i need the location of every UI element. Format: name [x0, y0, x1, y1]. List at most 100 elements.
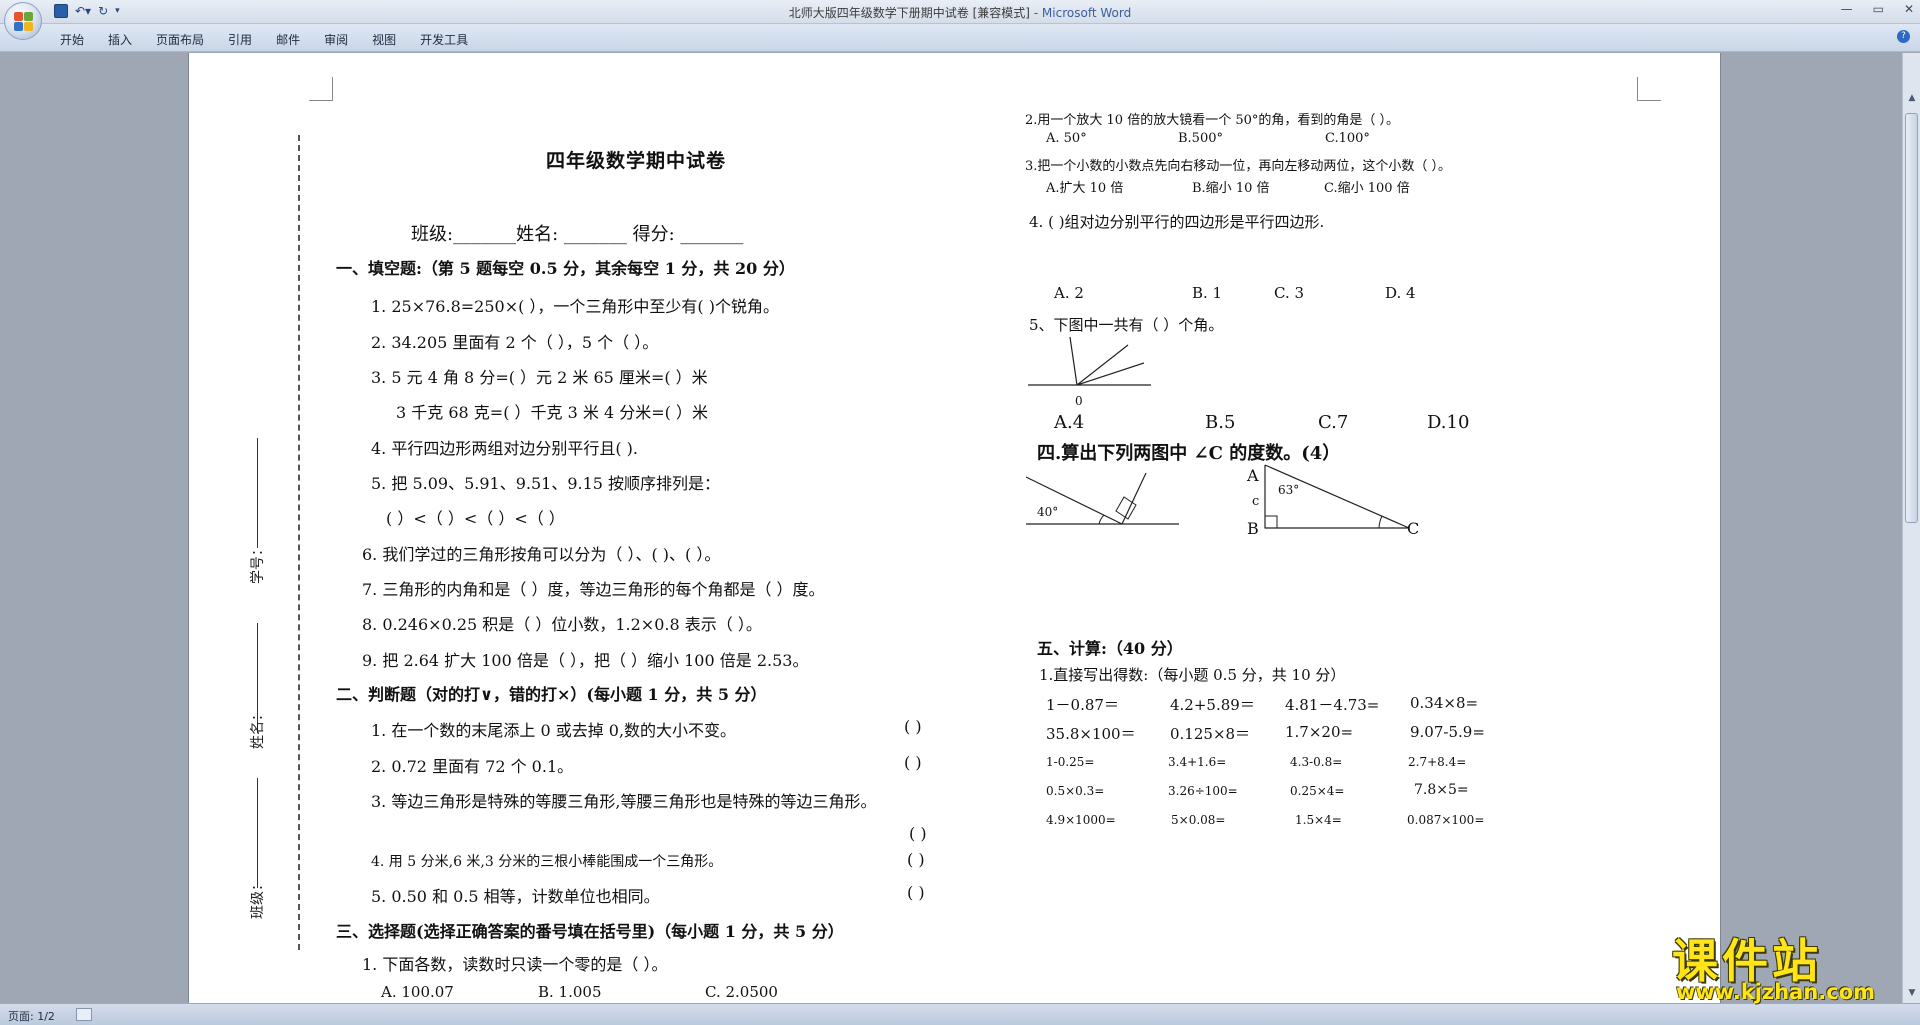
- student-no-label: 学号：: [250, 542, 266, 584]
- choice-q5: 5、下图中一共有（ ）个角。: [1029, 316, 1224, 334]
- fill-q7: 7. 三角形的内角和是（ ）度，等边三角形的每个角都是（ ）度。: [362, 580, 825, 599]
- choice-q1-c: C. 2.0500: [705, 983, 778, 1001]
- judge-q3: 3. 等边三角形是特殊的等腰三角形,等腰三角形也是特殊的等边三角形。: [371, 792, 877, 811]
- choice-q4-d: D. 4: [1385, 284, 1416, 302]
- angle-figure: [1028, 336, 1151, 386]
- tab-view[interactable]: 视图: [372, 31, 396, 48]
- judge-q2: 2. 0.72 里面有 72 个 0.1。: [371, 757, 574, 776]
- judge-q4: 4. 用 5 分米,6 米,3 分米的三根小棒能围成一个三角形。: [371, 854, 723, 870]
- tab-review[interactable]: 审阅: [324, 31, 348, 48]
- section-5-heading: 五、计算:（40 分）: [1037, 639, 1183, 658]
- judge-q5-paren: ( ): [907, 883, 925, 902]
- fill-q2: 2. 34.205 里面有 2 个（ ），5 个（ ）。: [371, 333, 659, 352]
- calc-item: 4.9×1000=: [1046, 813, 1116, 827]
- figure-c-label: c: [1252, 494, 1260, 509]
- calc-item: 9.07-5.9=: [1410, 723, 1485, 741]
- choice-q4-b: B. 1: [1192, 284, 1223, 302]
- calc-item: 0.087×100=: [1407, 813, 1485, 827]
- choice-q3-a: A.扩大 10 倍: [1046, 181, 1124, 196]
- calc-item: 3.4+1.6=: [1168, 755, 1227, 769]
- calc-item: 3.26÷100=: [1168, 784, 1238, 798]
- fill-q5: 5. 把 5.09、5.91、9.51、9.15 按顺序排列是：: [371, 474, 721, 493]
- calc-item: 0.34×8=: [1410, 694, 1479, 712]
- binding-dashed-line: [298, 135, 300, 950]
- calc-instructions: 1.直接写出得数:（每小题 0.5 分，共 10 分）: [1039, 666, 1346, 684]
- ribbon-tabs: 开始 插入 页面布局 引用 邮件 审阅 视图 开发工具: [60, 31, 468, 48]
- student-info-line: 班级:_______姓名: _______ 得分: _______: [411, 224, 744, 245]
- tab-developer[interactable]: 开发工具: [420, 31, 468, 48]
- status-bar: 页面: 1/2: [0, 1003, 1920, 1025]
- document-workspace: 学号： 姓名： 班级： 四年级数学期中试卷 班级:_______姓名: ____…: [0, 53, 1902, 1003]
- scroll-up-icon[interactable]: ▲: [1906, 93, 1918, 103]
- fill-q8: 8. 0.246×0.25 积是（ ）位小数，1.2×0.8 表示（ ）。: [362, 615, 762, 634]
- fill-q4: 4. 平行四边形两组对边分别平行且( ).: [371, 439, 639, 458]
- choice-q4-a: A. 2: [1054, 284, 1084, 302]
- calc-item: 1－0.87＝: [1046, 696, 1119, 714]
- fill-q9: 9. 把 2.64 扩大 100 倍是（ ），把（ ）缩小 100 倍是 2.5…: [362, 651, 809, 670]
- calc-item: 7.8×5=: [1414, 782, 1469, 798]
- judge-q1-paren: ( ): [904, 717, 922, 736]
- office-logo-icon: [14, 12, 34, 32]
- tab-insert[interactable]: 插入: [108, 31, 132, 48]
- proofing-icon[interactable]: [76, 1008, 92, 1021]
- name-label: 姓名：: [250, 707, 266, 749]
- page-indicator[interactable]: 页面: 1/2: [8, 1008, 55, 1024]
- calc-item: 2.7+8.4=: [1408, 755, 1467, 769]
- angle-63-label: 63°: [1278, 483, 1300, 497]
- exam-title: 四年级数学期中试卷: [546, 150, 727, 172]
- section-3-heading: 三、选择题(选择正确答案的番号填在括号里)（每小题 1 分，共 5 分）: [336, 922, 844, 941]
- choice-q5-a: A.4: [1054, 412, 1085, 433]
- calc-item: 4.2+5.89＝: [1170, 696, 1255, 714]
- tab-mailings[interactable]: 邮件: [276, 31, 300, 48]
- judge-q5: 5. 0.50 和 0.5 相等，计数单位也相同。: [371, 887, 660, 906]
- fill-q5-blanks: ( ）<（ ）<（ ）<（ ）: [386, 509, 565, 528]
- choice-q1-a: A. 100.07: [381, 983, 454, 1001]
- judge-q2-paren: ( ): [904, 753, 922, 772]
- choice-q1: 1. 下面各数，读数时只读一个零的是（ ）。: [362, 955, 668, 974]
- tab-home[interactable]: 开始: [60, 31, 84, 48]
- minimize-icon[interactable]: —: [1841, 2, 1853, 16]
- help-icon[interactable]: ?: [1897, 30, 1910, 43]
- tab-page-layout[interactable]: 页面布局: [156, 31, 204, 48]
- fill-q3b: 3 千克 68 克=( ）千克 3 米 4 分米=( ）米: [396, 403, 708, 422]
- crop-mark-top-left: [309, 77, 333, 101]
- office-button[interactable]: [4, 2, 42, 40]
- calc-item: 4.81－4.73=: [1285, 696, 1380, 714]
- angle-figure-vertex-label: 0: [1075, 394, 1083, 408]
- vertex-b-label: B: [1247, 519, 1259, 538]
- choice-q4-c: C. 3: [1274, 284, 1305, 302]
- class-label: 班级：: [250, 877, 266, 919]
- vertical-scrollbar[interactable]: ▲ ▼: [1902, 53, 1920, 1003]
- scrollbar-thumb[interactable]: [1905, 113, 1918, 523]
- site-watermark: 课件站 www.kjzhan.com: [1664, 925, 1904, 1005]
- calc-item: 1-0.25=: [1046, 755, 1095, 769]
- calc-item: 0.125×8＝: [1170, 725, 1251, 743]
- calc-item: 5×0.08=: [1171, 813, 1226, 827]
- crop-mark-top-right: [1637, 77, 1661, 101]
- calc-item: 0.5×0.3=: [1046, 784, 1105, 798]
- title-bar: ↶▾ ↻ ▾ 北师大版四年级数学下册期中试卷 [兼容模式] - Microsof…: [0, 0, 1920, 24]
- window-controls: — ▭ ✕: [1841, 2, 1914, 16]
- choice-q2-c: C.100°: [1325, 131, 1370, 146]
- document-page[interactable]: 学号： 姓名： 班级： 四年级数学期中试卷 班级:_______姓名: ____…: [189, 53, 1720, 1003]
- choice-q5-d: D.10: [1427, 412, 1470, 433]
- ribbon: 开始 插入 页面布局 引用 邮件 审阅 视图 开发工具 ?: [0, 24, 1920, 52]
- watermark-url: www.kjzhan.com: [1676, 980, 1876, 1004]
- choice-q5-c: C.7: [1318, 412, 1349, 433]
- fill-q3a: 3. 5 元 4 角 8 分=( ）元 2 米 65 厘米=( ）米: [371, 368, 708, 387]
- choice-q3-b: B.缩小 10 倍: [1192, 181, 1270, 196]
- close-icon[interactable]: ✕: [1904, 2, 1914, 16]
- fill-q6: 6. 我们学过的三角形按角可以分为（ ）、( )、( ）。: [362, 545, 721, 564]
- choice-q4: 4. ( )组对边分别平行的四边形是平行四边形.: [1029, 213, 1325, 231]
- fill-q1: 1. 25×76.8=250×( ），一个三角形中至少有( )个锐角。: [371, 297, 779, 316]
- choice-q3: 3.把一个小数的小数点先向右移动一位，再向左移动两位，这个小数（ ）。: [1025, 159, 1452, 174]
- window-title: 北师大版四年级数学下册期中试卷 [兼容模式] - Microsoft Word: [788, 6, 1132, 20]
- vertex-a-label: A: [1247, 466, 1259, 485]
- maximize-icon[interactable]: ▭: [1873, 2, 1884, 16]
- tab-references[interactable]: 引用: [228, 31, 252, 48]
- calc-item: 1.5×4=: [1295, 813, 1342, 827]
- class-blank: [257, 778, 258, 888]
- calc-item: 1.7×20=: [1285, 723, 1354, 741]
- scroll-down-icon[interactable]: ▼: [1906, 988, 1918, 998]
- judge-q1: 1. 在一个数的末尾添上 0 或去掉 0,数的大小不变。: [371, 721, 737, 740]
